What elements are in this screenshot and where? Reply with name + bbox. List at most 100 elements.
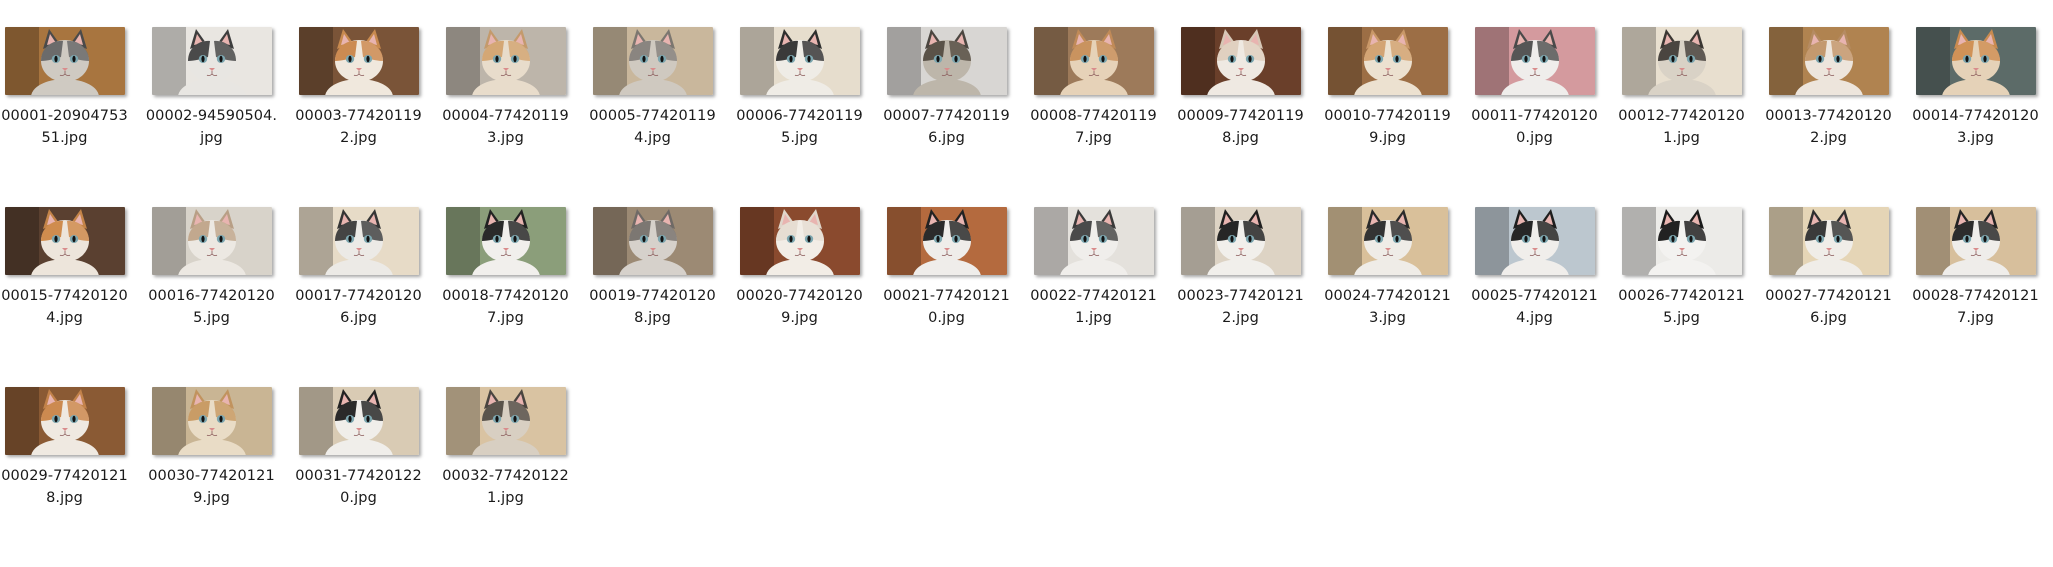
image-thumbnail[interactable] — [1621, 27, 1742, 95]
file-name-line-1: 00002-94590504. — [145, 108, 278, 124]
file-item[interactable]: 00023-77420121 2.jpg — [1177, 207, 1329, 387]
cat-photo-icon — [4, 387, 125, 455]
image-thumbnail[interactable] — [4, 27, 125, 95]
file-item[interactable]: 00026-77420121 5.jpg — [1618, 207, 1770, 387]
file-item[interactable]: 00016-77420120 5.jpg — [148, 207, 300, 387]
file-name: 00032-77420122 1.jpg — [437, 465, 575, 509]
file-name-line-1: 00030-77420121 — [148, 468, 275, 484]
image-thumbnail[interactable] — [1474, 207, 1595, 275]
file-item[interactable]: 00017-77420120 6.jpg — [295, 207, 447, 387]
file-name: 00016-77420120 5.jpg — [143, 285, 281, 329]
image-thumbnail[interactable] — [4, 207, 125, 275]
file-item[interactable]: 00021-77420121 0.jpg — [883, 207, 1035, 387]
file-name-line-2: 7.jpg — [1075, 130, 1112, 146]
image-thumbnail[interactable] — [1327, 27, 1448, 95]
file-item[interactable]: 00003-77420119 2.jpg — [295, 27, 447, 207]
file-item[interactable]: 00014-77420120 3.jpg — [1912, 27, 2053, 207]
image-thumbnail[interactable] — [886, 207, 1007, 275]
image-thumbnail[interactable] — [151, 207, 272, 275]
image-thumbnail[interactable] — [1768, 27, 1889, 95]
file-name: 00019-77420120 8.jpg — [584, 285, 722, 329]
file-item[interactable]: 00001-20904753 51.jpg — [1, 27, 153, 207]
file-name-line-1: 00004-77420119 — [442, 108, 569, 124]
file-item[interactable]: 00028-77420121 7.jpg — [1912, 207, 2053, 387]
file-item[interactable]: 00011-77420120 0.jpg — [1471, 27, 1623, 207]
image-thumbnail[interactable] — [298, 387, 419, 455]
image-thumbnail[interactable] — [1180, 207, 1301, 275]
file-name: 00002-94590504. jpg — [143, 105, 281, 149]
image-thumbnail[interactable] — [1033, 27, 1154, 95]
image-thumbnail[interactable] — [298, 27, 419, 95]
file-name-line-1: 00001-20904753 — [1, 108, 128, 124]
image-thumbnail[interactable] — [298, 207, 419, 275]
file-name: 00003-77420119 2.jpg — [290, 105, 428, 149]
image-thumbnail[interactable] — [592, 207, 713, 275]
file-name-line-2: 1.jpg — [1663, 130, 1700, 146]
file-item[interactable]: 00010-77420119 9.jpg — [1324, 27, 1476, 207]
file-item[interactable]: 00004-77420119 3.jpg — [442, 27, 594, 207]
file-name: 00005-77420119 4.jpg — [584, 105, 722, 149]
file-item[interactable]: 00018-77420120 7.jpg — [442, 207, 594, 387]
file-name-line-2: 6.jpg — [1810, 310, 1847, 326]
file-item[interactable]: 00027-77420121 6.jpg — [1765, 207, 1917, 387]
file-name: 00004-77420119 3.jpg — [437, 105, 575, 149]
file-name: 00017-77420120 6.jpg — [290, 285, 428, 329]
cat-photo-icon — [445, 207, 566, 275]
image-thumbnail[interactable] — [151, 387, 272, 455]
file-name-line-2: 4.jpg — [634, 130, 671, 146]
cat-photo-icon — [886, 207, 1007, 275]
file-name-line-1: 00015-77420120 — [1, 288, 128, 304]
file-item[interactable]: 00008-77420119 7.jpg — [1030, 27, 1182, 207]
file-name-line-2: 8.jpg — [46, 490, 83, 506]
image-thumbnail[interactable] — [1327, 207, 1448, 275]
image-thumbnail[interactable] — [1915, 207, 2036, 275]
file-item[interactable]: 00030-77420121 9.jpg — [148, 387, 300, 567]
file-name-line-2: 4.jpg — [1516, 310, 1553, 326]
image-thumbnail[interactable] — [886, 27, 1007, 95]
cat-photo-icon — [1180, 207, 1301, 275]
file-name: 00025-77420121 4.jpg — [1466, 285, 1604, 329]
file-name-line-1: 00017-77420120 — [295, 288, 422, 304]
file-item[interactable]: 00006-77420119 5.jpg — [736, 27, 888, 207]
cat-photo-icon — [739, 27, 860, 95]
image-thumbnail[interactable] — [592, 27, 713, 95]
cat-photo-icon — [1768, 207, 1889, 275]
image-thumbnail[interactable] — [151, 27, 272, 95]
file-item[interactable]: 00015-77420120 4.jpg — [1, 207, 153, 387]
file-item[interactable]: 00019-77420120 8.jpg — [589, 207, 741, 387]
image-thumbnail[interactable] — [1474, 27, 1595, 95]
file-item[interactable]: 00002-94590504. jpg — [146, 27, 300, 207]
image-thumbnail[interactable] — [1915, 27, 2036, 95]
image-thumbnail[interactable] — [739, 27, 860, 95]
cat-photo-icon — [298, 207, 419, 275]
file-name-line-2: 5.jpg — [781, 130, 818, 146]
file-item[interactable]: 00012-77420120 1.jpg — [1618, 27, 1770, 207]
file-name: 00006-77420119 5.jpg — [731, 105, 869, 149]
image-thumbnail[interactable] — [445, 27, 566, 95]
file-name-line-2: 2.jpg — [340, 130, 377, 146]
file-item[interactable]: 00024-77420121 3.jpg — [1324, 207, 1476, 387]
file-item[interactable]: 00022-77420121 1.jpg — [1030, 207, 1182, 387]
file-item[interactable]: 00029-77420121 8.jpg — [1, 387, 153, 567]
file-item[interactable]: 00020-77420120 9.jpg — [736, 207, 888, 387]
image-thumbnail[interactable] — [1768, 207, 1889, 275]
image-thumbnail[interactable] — [4, 387, 125, 455]
file-item[interactable]: 00005-77420119 4.jpg — [589, 27, 741, 207]
image-thumbnail[interactable] — [445, 387, 566, 455]
image-thumbnail[interactable] — [1180, 27, 1301, 95]
file-name-line-2: 9.jpg — [781, 310, 818, 326]
file-name-line-1: 00031-77420122 — [295, 468, 422, 484]
image-thumbnail[interactable] — [1033, 207, 1154, 275]
file-item[interactable]: 00007-77420119 6.jpg — [883, 27, 1035, 207]
file-item[interactable]: 00013-77420120 2.jpg — [1765, 27, 1917, 207]
file-item[interactable]: 00025-77420121 4.jpg — [1471, 207, 1623, 387]
cat-photo-icon — [1621, 207, 1742, 275]
file-item[interactable]: 00009-77420119 8.jpg — [1177, 27, 1329, 207]
file-item[interactable]: 00031-77420122 0.jpg — [295, 387, 447, 567]
image-thumbnail[interactable] — [739, 207, 860, 275]
file-item[interactable]: 00032-77420122 1.jpg — [442, 387, 594, 567]
image-thumbnail[interactable] — [1621, 207, 1742, 275]
file-name: 00018-77420120 7.jpg — [437, 285, 575, 329]
image-thumbnail[interactable] — [445, 207, 566, 275]
file-name: 00007-77420119 6.jpg — [878, 105, 1016, 149]
